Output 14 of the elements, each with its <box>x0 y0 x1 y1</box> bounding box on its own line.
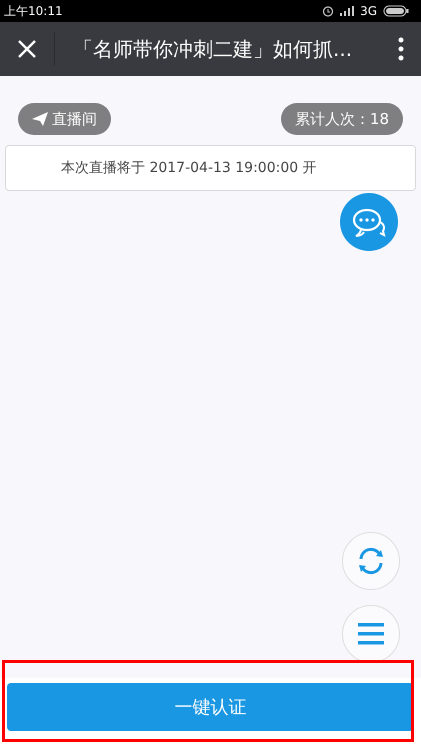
status-time: 上午10:11 <box>4 2 63 20</box>
paper-plane-icon <box>32 112 48 126</box>
refresh-icon <box>356 546 386 576</box>
verify-button[interactable]: 一键认证 <box>7 683 414 731</box>
network-label: 3G <box>360 4 377 18</box>
chat-bubbles-icon <box>351 206 387 238</box>
menu-icon <box>358 623 384 645</box>
page-title: 「名师带你冲刺二建」如何抓... <box>72 36 354 62</box>
viewer-count: 累计人次：18 <box>280 103 403 135</box>
alarm-icon <box>322 5 334 17</box>
live-room-button[interactable]: 直播间 <box>18 103 111 135</box>
battery-icon <box>383 5 409 17</box>
signal-icon <box>340 6 354 16</box>
notice-text: 本次直播将于 2017-04-13 19:00:00 开 <box>60 159 317 177</box>
